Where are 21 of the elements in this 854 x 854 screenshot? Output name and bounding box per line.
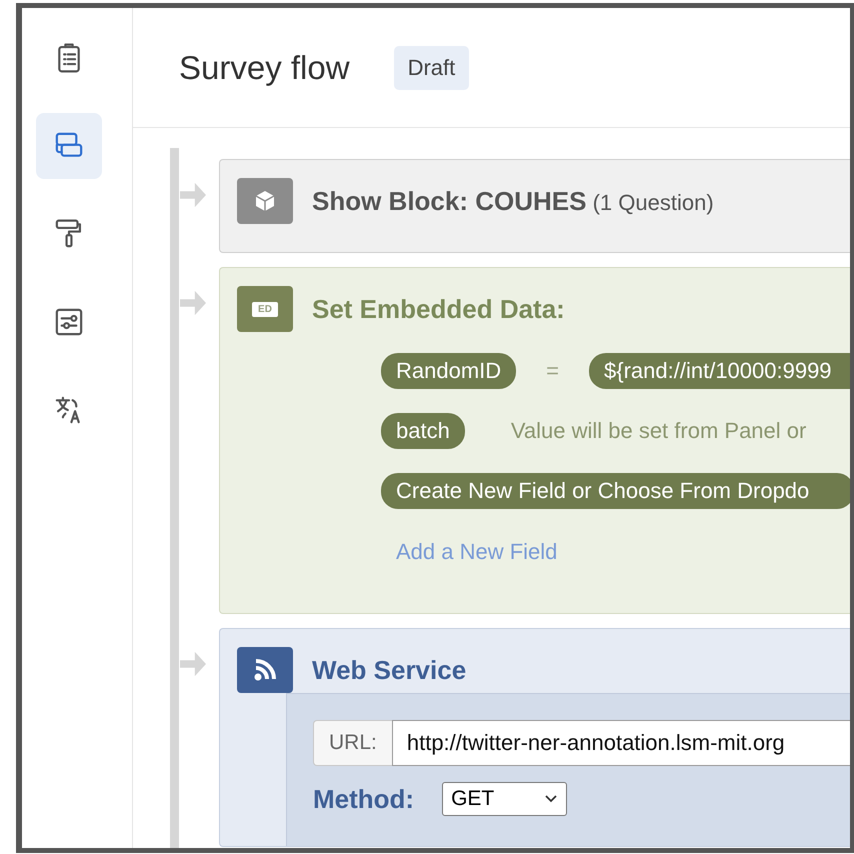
page-title: Survey flow (179, 48, 350, 86)
rss-icon (237, 647, 293, 693)
add-field-link[interactable]: Add a New Field (381, 539, 850, 565)
new-field-input[interactable]: Create New Field or Choose From Dropdo (381, 473, 850, 509)
block-title: Show Block: COUHES (1 Question) (312, 186, 714, 216)
url-label: URL: (313, 720, 392, 766)
field-name-pill[interactable]: batch (381, 413, 465, 449)
equals-sign: = (546, 358, 560, 384)
method-label: Method: (313, 784, 414, 814)
embedded-data-title: Set Embedded Data: (312, 294, 565, 324)
web-service-title: Web Service (312, 654, 466, 686)
embedded-data-badge: ED (252, 302, 278, 316)
chevron-down-icon (544, 794, 558, 804)
status-badge: Draft (394, 46, 470, 90)
field-name-pill[interactable]: RandomID (381, 353, 516, 389)
field-note: Value will be set from Panel or (510, 418, 806, 444)
sidebar-item[interactable] (36, 113, 102, 179)
field-value-pill[interactable]: ${rand://int/10000:9999 (589, 353, 850, 389)
method-select[interactable]: GET (442, 782, 568, 816)
url-input[interactable]: http://twitter-ner-annotation.lsm-mit.org (392, 720, 850, 766)
cube-icon (237, 178, 293, 224)
